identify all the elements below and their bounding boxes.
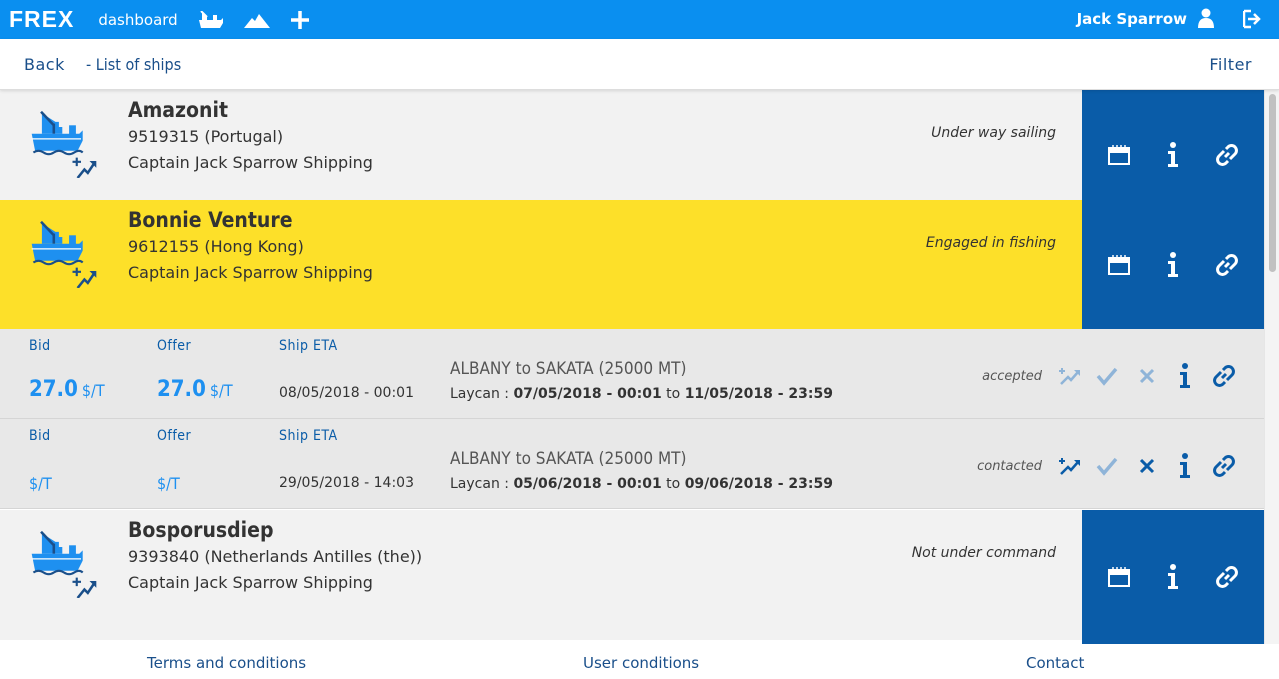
ship-imo: 9612155 (Hong Kong)	[128, 237, 304, 256]
ship-status: Engaged in fishing	[925, 235, 1056, 251]
breadcrumb: - List of ships	[86, 55, 182, 74]
user-icon[interactable]	[1198, 8, 1214, 32]
ship-company: Captain Jack Sparrow Shipping	[128, 263, 373, 282]
offer-label: Offer	[157, 428, 192, 444]
ship-list: Amazonit 9519315 (Portugal) Captain Jack…	[0, 90, 1264, 644]
sub-header: Back - List of ships Filter	[0, 39, 1279, 90]
calendar-icon[interactable]	[1104, 140, 1134, 170]
ship-eta: 29/05/2018 - 14:03	[279, 475, 414, 491]
offer-value: 27.0 $/T	[157, 377, 233, 402]
logout-icon[interactable]	[1242, 9, 1261, 33]
info-icon[interactable]	[1158, 140, 1188, 170]
filter-button[interactable]: Filter	[1209, 55, 1252, 74]
link-icon[interactable]	[1210, 362, 1238, 390]
top-bar: FREX dashboard Jack Sparrow	[0, 0, 1279, 39]
bid-label: Bid	[29, 338, 51, 354]
route-add-icon[interactable]	[1056, 362, 1084, 390]
route: ALBANY to SAKATA (25000 MT)	[450, 359, 687, 379]
ship-actions	[1082, 200, 1264, 330]
info-icon[interactable]	[1158, 250, 1188, 280]
ship-status: Under way sailing	[931, 125, 1056, 141]
user-conditions-link[interactable]: User conditions	[583, 654, 699, 672]
ship-status: Not under command	[911, 545, 1056, 561]
ship-name: Bosporusdiep	[128, 518, 274, 542]
accept-check-icon[interactable]	[1093, 452, 1121, 480]
offer-row[interactable]: Bid Offer Ship ETA 27.0 $/T 27.0 $/T 08/05…	[0, 329, 1264, 419]
ship-row[interactable]: Bosporusdiep 9393840 (Netherlands Antill…	[0, 510, 1264, 644]
bid-value: 27.0 $/T	[29, 377, 105, 402]
info-icon[interactable]	[1171, 452, 1199, 480]
ship-route-icon	[24, 530, 104, 598]
ship-route-icon	[24, 110, 104, 178]
mountain-icon[interactable]	[243, 12, 270, 28]
ship-actions	[1082, 510, 1264, 644]
scrollbar-thumb[interactable]	[1269, 94, 1276, 272]
eta-label: Ship ETA	[279, 338, 338, 354]
calendar-icon[interactable]	[1104, 250, 1134, 280]
vertical-scrollbar[interactable]	[1264, 90, 1279, 644]
ship-imo: 9519315 (Portugal)	[128, 127, 284, 146]
link-icon[interactable]	[1212, 140, 1242, 170]
link-icon[interactable]	[1210, 452, 1238, 480]
bid-label: Bid	[29, 428, 51, 444]
accept-check-icon[interactable]	[1093, 362, 1121, 390]
reject-x-icon[interactable]	[1133, 362, 1161, 390]
back-button[interactable]: Back	[24, 55, 65, 74]
route-add-icon[interactable]	[1056, 452, 1084, 480]
offer-value: $/T	[157, 474, 180, 493]
app-logo[interactable]: FREX	[9, 6, 74, 33]
contact-link[interactable]: Contact	[1026, 654, 1084, 672]
ship-name: Amazonit	[128, 98, 228, 122]
ship-company: Captain Jack Sparrow Shipping	[128, 153, 373, 172]
ship-imo: 9393840 (Netherlands Antilles (the))	[128, 547, 423, 566]
route: ALBANY to SAKATA (25000 MT)	[450, 449, 687, 469]
footer: Terms and conditions User conditions Con…	[0, 644, 1279, 679]
ship-row-selected[interactable]: Bonnie Venture 9612155 (Hong Kong) Capta…	[0, 200, 1264, 330]
offer-status: accepted	[982, 369, 1042, 384]
ship-company: Captain Jack Sparrow Shipping	[128, 573, 373, 592]
calendar-icon[interactable]	[1104, 562, 1134, 592]
ship-eta: 08/05/2018 - 00:01	[279, 385, 414, 401]
laycan: Laycan : 05/06/2018 - 00:01 to 09/06/201…	[450, 476, 833, 492]
dashboard-link[interactable]: dashboard	[98, 11, 177, 29]
bid-value: $/T	[29, 474, 52, 493]
ship-route-icon	[24, 220, 104, 288]
link-icon[interactable]	[1212, 562, 1242, 592]
reject-x-icon[interactable]	[1133, 452, 1161, 480]
plus-icon[interactable]	[290, 10, 310, 30]
link-icon[interactable]	[1212, 250, 1242, 280]
info-icon[interactable]	[1171, 362, 1199, 390]
offer-row[interactable]: Bid Offer Ship ETA $/T $/T 29/05/2018 - …	[0, 419, 1264, 509]
laycan: Laycan : 07/05/2018 - 00:01 to 11/05/201…	[450, 386, 833, 402]
terms-link[interactable]: Terms and conditions	[147, 654, 306, 672]
user-name[interactable]: Jack Sparrow	[1077, 10, 1187, 28]
eta-label: Ship ETA	[279, 428, 338, 444]
ship-name: Bonnie Venture	[128, 208, 293, 232]
offer-status: contacted	[977, 459, 1042, 474]
offer-label: Offer	[157, 338, 192, 354]
ship-icon[interactable]	[198, 10, 224, 29]
info-icon[interactable]	[1158, 562, 1188, 592]
